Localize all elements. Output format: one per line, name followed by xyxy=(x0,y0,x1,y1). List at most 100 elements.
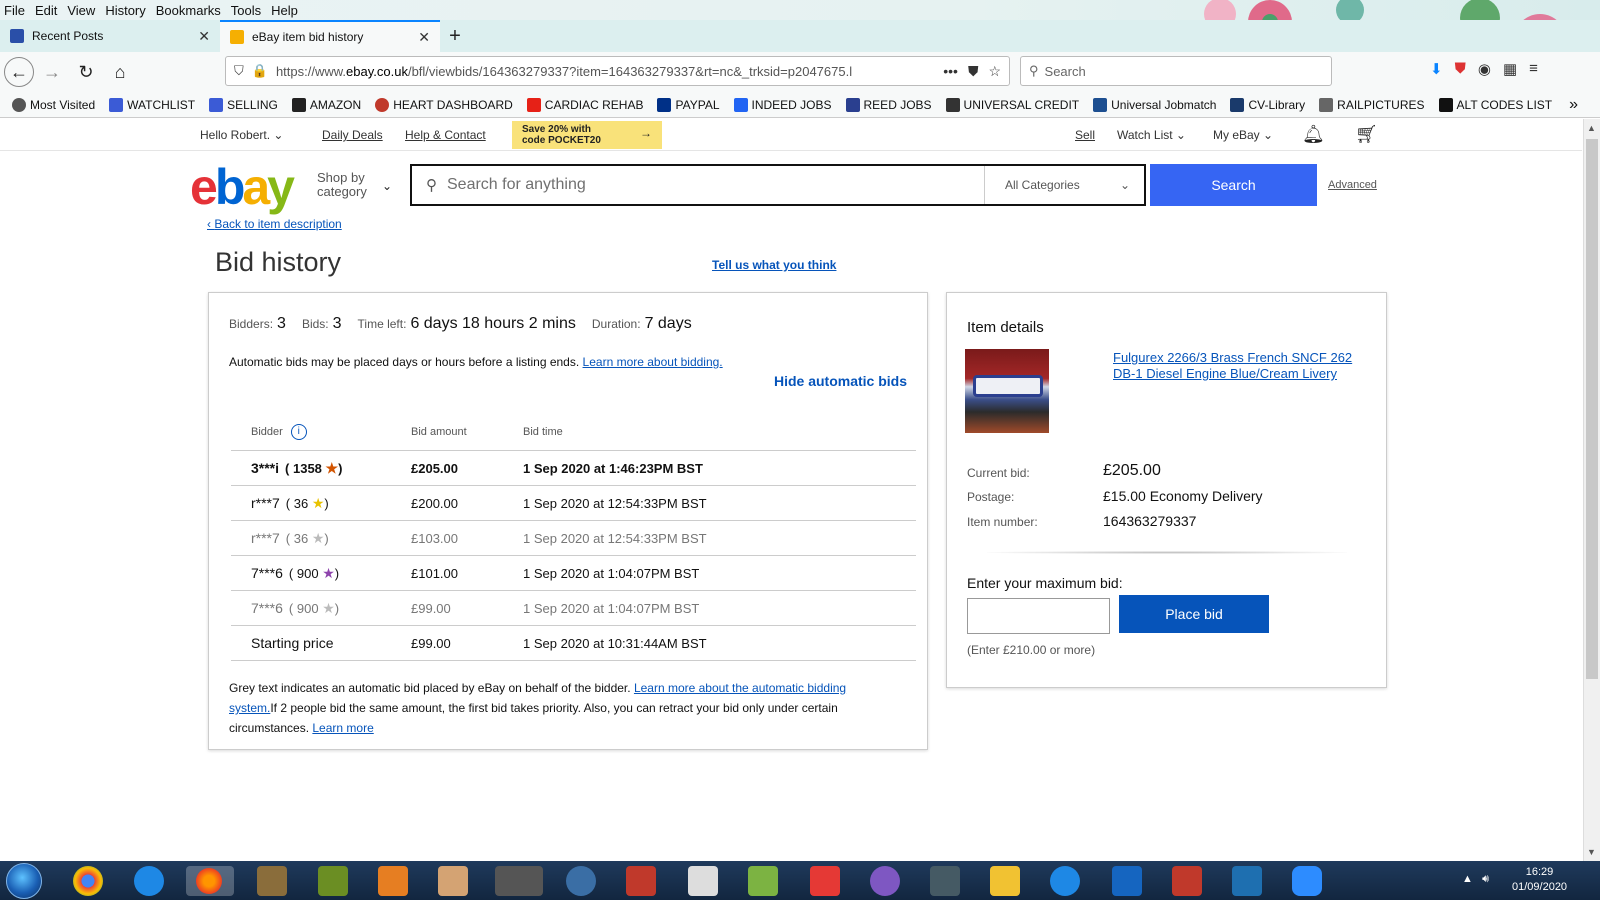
ebay-search-input[interactable]: Search for anything xyxy=(447,176,984,194)
bookmark-star-icon[interactable]: ☆ xyxy=(988,63,1001,80)
app-icon[interactable] xyxy=(810,866,840,896)
volume-icon[interactable]: 🔊︎ xyxy=(1482,873,1489,885)
app-icon[interactable] xyxy=(318,866,348,896)
shop-by-category-button[interactable]: Shop by category ⌄ xyxy=(317,171,392,199)
menu-edit[interactable]: Edit xyxy=(35,3,57,18)
reload-icon[interactable]: ↻ xyxy=(70,56,102,88)
calculator-icon[interactable] xyxy=(688,866,718,896)
chrome-icon[interactable] xyxy=(73,866,103,896)
back-arrow-icon[interactable]: ← xyxy=(4,57,34,87)
bookmark-railpictures[interactable]: RAILPICTURES xyxy=(1319,97,1425,112)
close-tab-icon[interactable]: ✕ xyxy=(198,28,210,45)
shield-icon[interactable]: ⛉ xyxy=(234,63,244,79)
current-bid-value: £205.00 xyxy=(1103,462,1161,479)
bookmark-most-visited[interactable]: Most Visited xyxy=(12,97,95,112)
feedback-link[interactable]: Tell us what you think xyxy=(712,258,836,272)
tab-recent-posts[interactable]: Recent Posts ✕ xyxy=(0,20,220,52)
bookmark-universal-credit[interactable]: UNIVERSAL CREDIT xyxy=(945,97,1079,112)
home-icon[interactable]: ⌂ xyxy=(104,56,136,88)
bidder-name: r***7 xyxy=(251,530,280,546)
media-player-icon[interactable] xyxy=(378,866,408,896)
new-tab-button[interactable]: + xyxy=(440,20,470,52)
bookmark-watchlist[interactable]: WATCHLIST xyxy=(109,97,195,112)
mail-icon[interactable] xyxy=(566,866,596,896)
bookmark-indeed-jobs[interactable]: INDEED JOBS xyxy=(733,97,832,112)
bookmark-paypal[interactable]: PAYPAL xyxy=(657,97,720,112)
vertical-scrollbar[interactable]: ▲ ▼ xyxy=(1583,119,1600,861)
bookmark-amazon[interactable]: AMAZON xyxy=(291,97,361,112)
info-icon[interactable]: i xyxy=(290,423,307,440)
menu-bookmarks[interactable]: Bookmarks xyxy=(156,3,221,18)
tab-ebay-bid-history[interactable]: eBay item bid history ✕ xyxy=(220,20,440,52)
browser-search-input[interactable]: ⚲ Search xyxy=(1020,56,1332,86)
app-icon[interactable] xyxy=(1172,866,1202,896)
tray-expand-icon[interactable]: ▲ xyxy=(1462,873,1473,885)
app-icon[interactable] xyxy=(930,866,960,896)
back-to-item-link[interactable]: ‹ Back to item description xyxy=(207,217,342,231)
bookmark-heart-dashboard[interactable]: HEART DASHBOARD xyxy=(375,97,513,112)
item-thumbnail[interactable] xyxy=(965,349,1049,433)
app-icon[interactable] xyxy=(1050,866,1080,896)
advanced-search-link[interactable]: Advanced xyxy=(1328,179,1377,191)
max-bid-input[interactable] xyxy=(967,598,1110,634)
learn-more-link[interactable]: Learn more xyxy=(312,721,373,735)
downloads-icon[interactable]: ⬇ xyxy=(1430,60,1443,78)
bidder-name: 7***6 xyxy=(251,565,283,581)
firefox-icon[interactable] xyxy=(186,866,234,896)
malwarebytes-icon[interactable] xyxy=(1112,866,1142,896)
learn-more-bidding-link[interactable]: Learn more about bidding. xyxy=(583,355,723,369)
watch-list-menu[interactable]: Watch List ⌄ xyxy=(1117,128,1186,142)
menu-icon[interactable]: ≡ xyxy=(1529,60,1538,78)
page-actions-icon[interactable]: ••• xyxy=(943,63,958,80)
item-title-link[interactable]: Fulgurex 2266/3 Brass French SNCF 262 DB… xyxy=(1113,350,1353,382)
bid-footnote: Grey text indicates an automatic bid pla… xyxy=(229,681,847,735)
close-tab-icon[interactable]: ✕ xyxy=(418,29,430,46)
shield-extension-icon[interactable]: ⛊ xyxy=(1455,60,1466,78)
lock-icon[interactable]: 🔒 xyxy=(252,63,268,79)
app-icon[interactable] xyxy=(626,866,656,896)
menu-file[interactable]: File xyxy=(4,3,25,18)
ebay-logo[interactable]: ebay xyxy=(190,162,295,212)
menu-view[interactable]: View xyxy=(67,3,95,18)
place-bid-button[interactable]: Place bid xyxy=(1119,595,1269,633)
bookmark-alt-codes-list[interactable]: ALT CODES LIST xyxy=(1438,97,1552,112)
category-select[interactable]: All Categories ⌄ xyxy=(984,166,1144,204)
my-ebay-menu[interactable]: My eBay ⌄ xyxy=(1213,128,1273,142)
zoom-icon[interactable] xyxy=(1292,866,1322,896)
promo-banner[interactable]: Save 20% with code POCKET20 → xyxy=(512,121,662,149)
greeting-menu[interactable]: Hello Robert. ⌄ xyxy=(200,128,283,142)
7zip-icon[interactable] xyxy=(748,866,778,896)
app-icon[interactable] xyxy=(870,866,900,896)
account-icon[interactable]: ◉ xyxy=(1478,60,1491,78)
sell-link[interactable]: Sell xyxy=(1075,128,1095,142)
help-contact-link[interactable]: Help & Contact xyxy=(405,128,486,142)
bookmark-selling[interactable]: SELLING xyxy=(209,97,278,112)
esu-icon[interactable] xyxy=(1232,866,1262,896)
url-text[interactable]: https://www.ebay.co.uk/bfl/viewbids/1643… xyxy=(276,64,935,79)
cart-icon[interactable]: 🛒︎ xyxy=(1355,124,1378,145)
app-pro-icon[interactable] xyxy=(495,866,543,896)
bookmark-cv-library[interactable]: CV-Library xyxy=(1230,97,1305,112)
bell-icon[interactable]: 🔔︎ xyxy=(1302,124,1325,145)
pocket-icon[interactable]: ⛊ xyxy=(968,63,979,80)
bookmark-cardiac-rehab[interactable]: CARDIAC REHAB xyxy=(526,97,643,112)
forward-arrow-icon[interactable]: → xyxy=(36,56,68,88)
search-button[interactable]: Search xyxy=(1150,164,1317,206)
app-icon[interactable] xyxy=(990,866,1020,896)
menu-history[interactable]: History xyxy=(105,3,145,18)
clock[interactable]: 16:29 01/09/2020 xyxy=(1512,865,1567,895)
hide-automatic-bids-button[interactable]: Hide automatic bids xyxy=(774,373,907,389)
start-button[interactable] xyxy=(6,863,42,899)
bookmarks-overflow-icon[interactable]: » xyxy=(1569,96,1578,114)
bookmark-universal-jobmatch[interactable]: Universal Jobmatch xyxy=(1093,97,1216,112)
bookmark-reed-jobs[interactable]: REED JOBS xyxy=(845,97,932,112)
app-icon[interactable] xyxy=(257,866,287,896)
scroll-thumb[interactable] xyxy=(1586,139,1598,679)
daily-deals-link[interactable]: Daily Deals xyxy=(322,128,383,142)
extensions-icon[interactable]: ▦ xyxy=(1503,60,1517,78)
menu-help[interactable]: Help xyxy=(271,3,298,18)
menu-tools[interactable]: Tools xyxy=(231,3,261,18)
address-bar[interactable]: ⛉ 🔒 https://www.ebay.co.uk/bfl/viewbids/… xyxy=(225,56,1010,86)
internet-explorer-icon[interactable] xyxy=(134,866,164,896)
paint-icon[interactable] xyxy=(438,866,468,896)
